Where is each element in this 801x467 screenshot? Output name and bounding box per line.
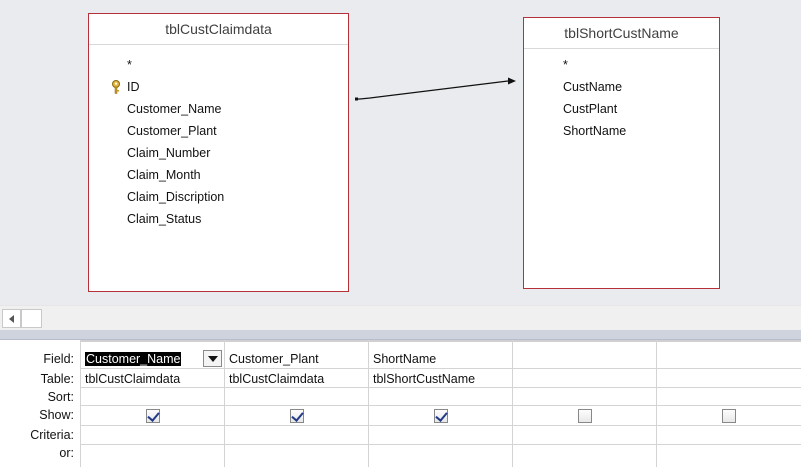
grid-column-1[interactable]: Customer_Name tblCustClaimdata [80,340,224,467]
show-checkbox[interactable] [578,409,592,423]
field-cell[interactable]: ShortName [373,352,436,366]
pane-splitter[interactable] [0,330,801,340]
grid-column-2[interactable]: Customer_Plant tblCustClaimdata [224,340,368,467]
table-cell[interactable]: tblCustClaimdata [85,372,180,386]
table-cell[interactable]: tblCustClaimdata [229,372,324,386]
grid-column-5[interactable] [656,340,800,467]
field-cell[interactable]: Customer_Plant [229,352,319,366]
scroll-thumb[interactable] [21,309,42,328]
table-cell[interactable]: tblShortCustName [373,372,475,386]
grid-column-3[interactable]: ShortName tblShortCustName [368,340,512,467]
row-label-field: Field: [43,352,74,366]
show-checkbox[interactable] [434,409,448,423]
row-label-criteria: Criteria: [30,428,74,442]
scroll-left-button[interactable] [2,309,21,328]
show-checkbox[interactable] [290,409,304,423]
show-checkbox[interactable] [146,409,160,423]
field-cell[interactable]: Customer_Name [85,352,182,366]
field-value-selected[interactable]: Customer_Name [85,352,182,366]
join-line[interactable] [0,0,801,305]
row-label-table: Table: [40,372,74,386]
query-design-area[interactable]: tblCustClaimdata * ID Customer_Name Cust… [0,0,801,305]
grid-column-4[interactable] [512,340,656,467]
row-label-or: or: [59,446,74,460]
grid-row-labels: Field: Table: Sort: Show: Criteria: or: [0,340,80,467]
horizontal-scrollbar[interactable] [0,305,801,330]
join-arrow-icon [508,77,516,85]
field-dropdown-button[interactable] [203,350,222,367]
show-checkbox[interactable] [722,409,736,423]
row-label-sort: Sort: [47,390,74,404]
query-design-grid: Field: Table: Sort: Show: Criteria: or: … [0,340,801,467]
row-label-show: Show: [39,408,74,422]
